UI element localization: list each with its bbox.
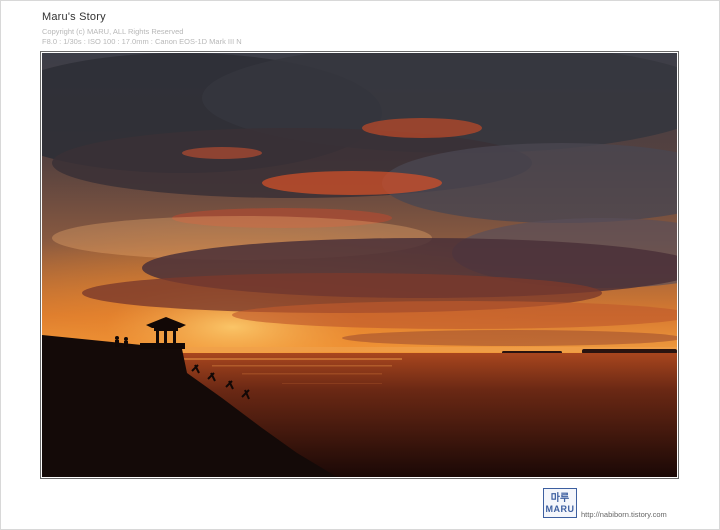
logo-english-text: MARU — [545, 503, 575, 514]
blog-url-link[interactable]: http://nabiborn.tistory.com — [581, 510, 667, 519]
maru-logo: 마루 MARU — [543, 488, 577, 518]
logo-korean-text: 마루 — [550, 492, 570, 504]
sunset-scene — [42, 53, 677, 477]
blog-title: Maru's Story — [42, 11, 106, 23]
exif-text: F8.0 : 1/30s : ISO 100 : 17.0mm : Canon … — [42, 37, 242, 46]
copyright-text: Copyright (c) MARU, ALL Rights Reserved — [42, 27, 184, 36]
sunset-photo — [42, 53, 677, 477]
